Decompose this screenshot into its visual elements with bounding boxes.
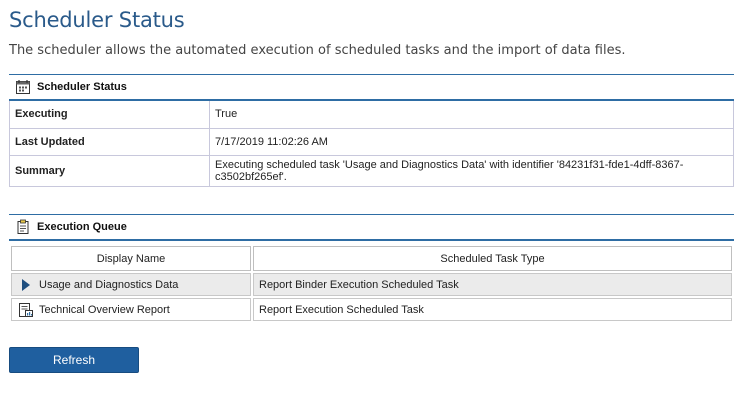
queue-header-row: Display Name Scheduled Task Type — [11, 246, 732, 271]
status-row-summary: Summary Executing scheduled task 'Usage … — [9, 155, 734, 187]
column-header-display-name[interactable]: Display Name — [11, 246, 251, 271]
status-row-last-updated: Last Updated 7/17/2019 11:02:26 AM — [9, 128, 734, 156]
page-description: The scheduler allows the automated execu… — [9, 43, 626, 58]
table-row[interactable]: Technical Overview Report Report Executi… — [11, 298, 732, 321]
queue-type: Report Execution Scheduled Task — [259, 303, 424, 316]
queue-name: Usage and Diagnostics Data — [39, 278, 179, 291]
status-value: Executing scheduled task 'Usage and Diag… — [209, 155, 734, 187]
execution-queue-header-label: Execution Queue — [37, 221, 127, 233]
execution-queue-header: Execution Queue — [9, 214, 734, 241]
page-title: Scheduler Status — [9, 8, 185, 32]
queue-name: Technical Overview Report — [39, 303, 170, 316]
scheduler-status-table: Executing True Last Updated 7/17/2019 11… — [9, 101, 734, 187]
queue-name-cell[interactable]: Usage and Diagnostics Data — [11, 273, 251, 296]
queue-name-cell[interactable]: Technical Overview Report — [11, 298, 251, 321]
refresh-button[interactable]: Refresh — [9, 347, 139, 373]
scheduler-status-header-label: Scheduler Status — [37, 81, 127, 93]
queue-type-cell[interactable]: Report Binder Execution Scheduled Task — [253, 273, 732, 296]
status-label: Executing — [9, 101, 210, 129]
status-row-executing: Executing True — [9, 101, 734, 129]
column-header-task-type[interactable]: Scheduled Task Type — [253, 246, 732, 271]
execution-queue-table: Display Name Scheduled Task Type Usage a… — [9, 244, 734, 323]
queue-type: Report Binder Execution Scheduled Task — [259, 278, 459, 291]
queue-type-cell[interactable]: Report Execution Scheduled Task — [253, 298, 732, 321]
table-row[interactable]: Usage and Diagnostics Data Report Binder… — [11, 273, 732, 296]
calendar-icon — [14, 78, 32, 96]
play-arrow-icon — [17, 277, 35, 293]
status-label: Last Updated — [9, 128, 210, 156]
report-icon — [17, 302, 35, 318]
scheduler-status-section: Scheduler Status Executing True Last Upd… — [9, 74, 734, 187]
status-label: Summary — [9, 155, 210, 187]
status-value: 7/17/2019 11:02:26 AM — [209, 128, 734, 156]
execution-queue-section: Execution Queue Display Name Scheduled T… — [9, 214, 734, 323]
clipboard-icon — [14, 218, 32, 236]
status-value: True — [209, 101, 734, 129]
scheduler-status-header: Scheduler Status — [9, 74, 734, 101]
